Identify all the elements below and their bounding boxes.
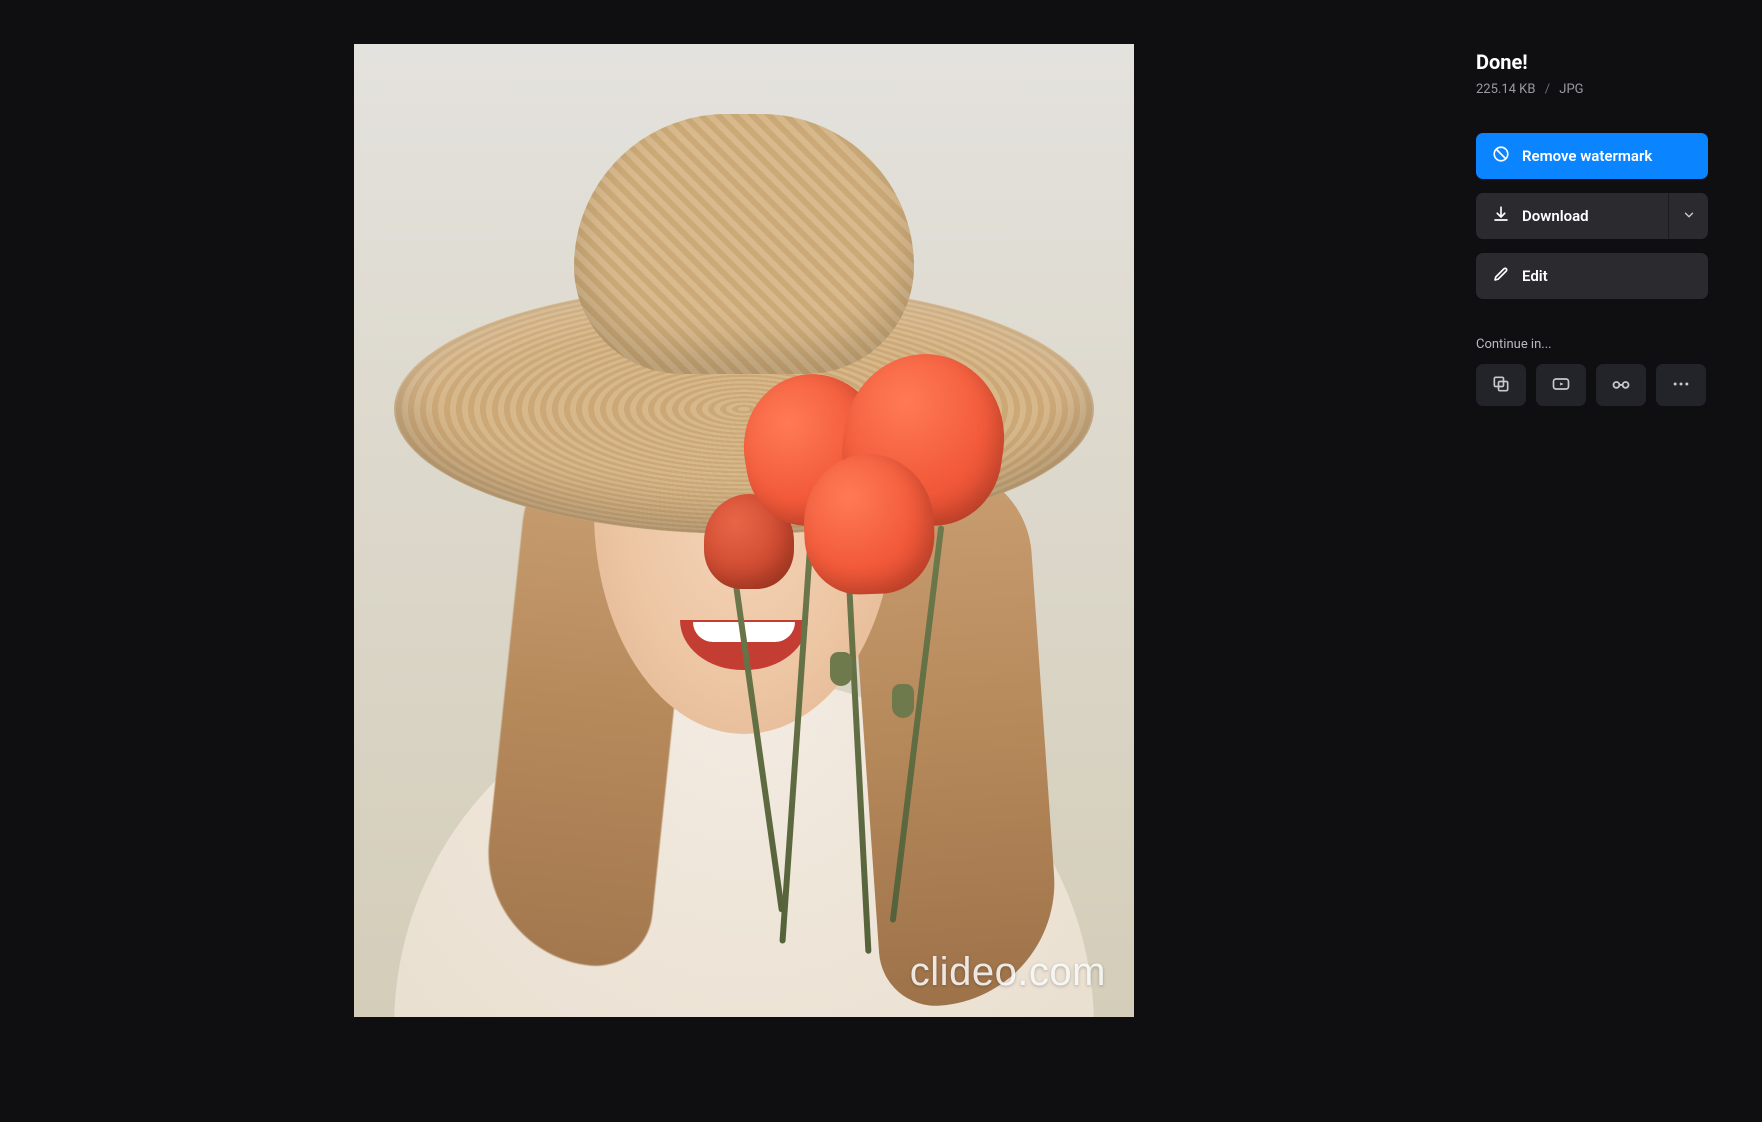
edit-label: Edit: [1522, 267, 1548, 285]
continue-label: Continue in...: [1476, 337, 1762, 352]
more-icon: [1671, 374, 1691, 397]
continue-tool-more[interactable]: [1656, 364, 1706, 406]
meta-separator: /: [1545, 82, 1550, 97]
pencil-icon: [1492, 265, 1510, 287]
sidebar: Done! 225.14 KB / JPG Remove watermark: [1476, 44, 1762, 1078]
download-icon: [1492, 205, 1510, 227]
continue-tool-meme[interactable]: [1596, 364, 1646, 406]
edit-button[interactable]: Edit: [1476, 253, 1708, 299]
remove-watermark-button[interactable]: Remove watermark: [1476, 133, 1708, 179]
watermark-text: clideo.com: [910, 950, 1106, 995]
glasses-icon: [1610, 373, 1632, 398]
download-options-button[interactable]: [1668, 193, 1708, 239]
image-preview: clideo.com: [354, 44, 1134, 1017]
status-title: Done!: [1476, 50, 1762, 74]
remove-watermark-label: Remove watermark: [1522, 147, 1652, 165]
preview-flowers: [734, 344, 1054, 944]
download-button[interactable]: Download: [1476, 193, 1668, 239]
file-size: 225.14 KB: [1476, 82, 1535, 97]
chevron-down-icon: [1682, 208, 1696, 225]
file-format: JPG: [1559, 82, 1583, 97]
continue-row: [1476, 364, 1762, 406]
continue-tool-video[interactable]: [1536, 364, 1586, 406]
overlap-squares-icon: [1491, 374, 1511, 397]
download-button-group: Download: [1476, 193, 1708, 239]
preview-hat-crown: [574, 114, 914, 374]
download-label: Download: [1522, 207, 1589, 225]
continue-tool-merge[interactable]: [1476, 364, 1526, 406]
video-icon: [1551, 374, 1571, 397]
file-meta: 225.14 KB / JPG: [1476, 82, 1762, 97]
preview-area: clideo.com: [0, 44, 1428, 1078]
app-root: clideo.com Done! 225.14 KB / JPG Remove …: [0, 0, 1762, 1122]
no-symbol-icon: [1492, 145, 1510, 167]
